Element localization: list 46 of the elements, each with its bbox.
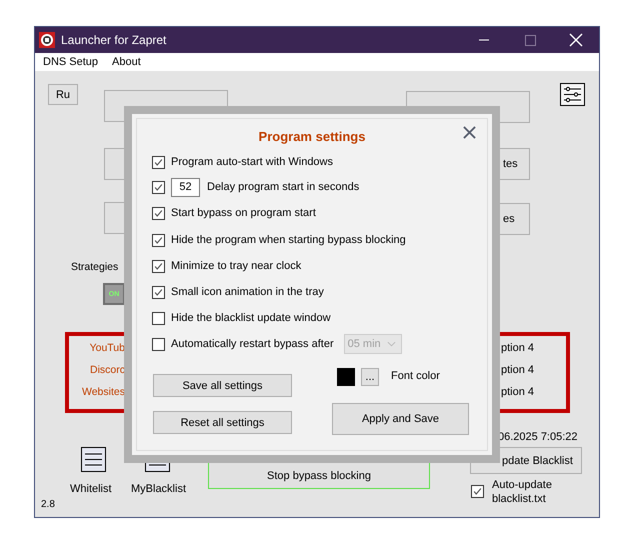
option-label: Minimize to tray near clock xyxy=(171,260,302,272)
number-field[interactable]: 52 xyxy=(171,178,200,196)
menu-item[interactable]: DNS Setup xyxy=(43,56,98,68)
color-swatch[interactable] xyxy=(337,368,355,386)
reset-settings-button[interactable]: Reset all settings xyxy=(153,411,292,434)
checkbox[interactable] xyxy=(152,312,165,324)
list-label[interactable]: Whitelist xyxy=(70,483,112,495)
checkbox[interactable] xyxy=(152,206,165,220)
app-icon xyxy=(39,32,55,48)
auto-update-label: Auto-update blacklist.txt xyxy=(492,478,553,506)
checkbox[interactable] xyxy=(152,286,165,298)
checkbox[interactable] xyxy=(471,485,484,498)
option-label: ption 4 xyxy=(501,386,534,398)
option-label: Program auto-start with Windows xyxy=(171,156,333,168)
font-color-label: Font color xyxy=(391,370,440,382)
option-label: ption 4 xyxy=(501,364,534,376)
close-icon[interactable] xyxy=(463,126,476,139)
option-label: Hide the program when starting bypass blocking xyxy=(171,234,406,246)
window-title: Launcher for Zapret xyxy=(61,33,168,47)
list-icon[interactable] xyxy=(81,447,106,472)
settings-icon[interactable] xyxy=(560,83,585,106)
checkbox[interactable] xyxy=(152,234,165,246)
caret-icon xyxy=(386,341,396,347)
color-picker-button[interactable]: ... xyxy=(361,368,379,386)
checkbox[interactable] xyxy=(152,156,165,168)
dialog-title: Program settings xyxy=(258,129,366,144)
service-label: YouTub xyxy=(90,342,125,354)
service-label: Websites xyxy=(82,386,125,398)
option-label: Delay program start in seconds xyxy=(207,181,360,193)
option-label: ption 4 xyxy=(501,342,534,354)
option-label: Automatically restart bypass after xyxy=(171,338,334,350)
list-label[interactable]: MyBlacklist xyxy=(131,483,186,495)
checkbox[interactable] xyxy=(152,338,165,350)
version-label: 2.8 xyxy=(41,499,55,510)
checkbox[interactable] xyxy=(152,260,165,272)
stop-bypass-button[interactable]: Stop bypass blocking xyxy=(208,462,430,489)
service-label: Discorc xyxy=(90,364,125,376)
option-label: Small icon animation in the tray xyxy=(171,286,324,298)
option-label: Hide the blacklist update window xyxy=(171,312,331,324)
strategies-label: Strategies xyxy=(71,261,118,273)
apply-save-button[interactable]: Apply and Save xyxy=(332,403,469,435)
save-settings-button[interactable]: Save all settings xyxy=(153,374,292,397)
menu-item[interactable]: About xyxy=(112,56,141,68)
language-button[interactable]: Ru xyxy=(48,84,78,105)
checkbox[interactable] xyxy=(152,180,165,194)
option-label: Start bypass on program start xyxy=(171,207,316,219)
